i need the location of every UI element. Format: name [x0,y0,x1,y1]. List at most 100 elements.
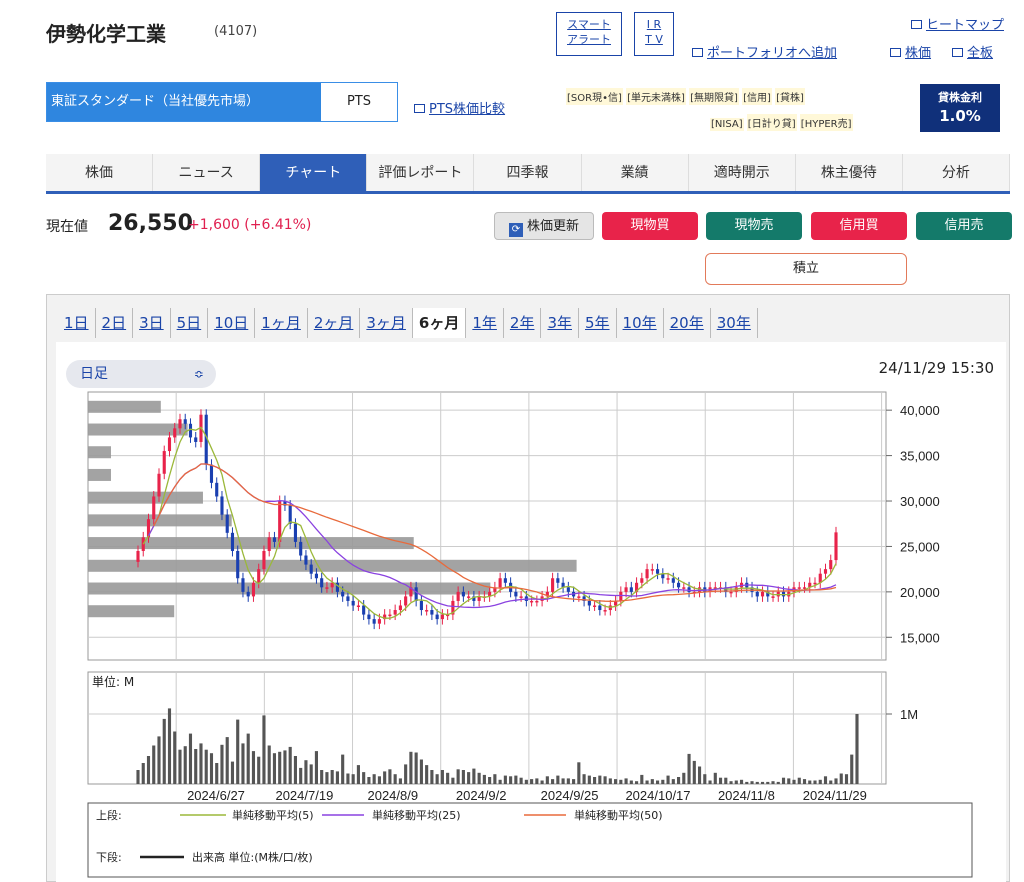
candle-body [241,578,245,592]
volume-bar [661,779,665,784]
volume-bar [818,779,822,784]
candle-body [535,600,539,603]
volume-bar [367,777,371,784]
volume-bar [262,715,266,784]
volume-bar [293,756,298,784]
volume-bar [708,780,712,784]
volume-bar [288,746,292,784]
candle-body [209,464,214,483]
candle-body [603,610,607,612]
candle-body [220,496,224,515]
volume-bar [614,779,618,784]
volume-bar [650,779,654,784]
candle-body [309,564,313,574]
volume-bar [734,780,738,784]
candle-body [797,587,801,589]
volume-bar [278,751,282,784]
volume-profile-bar [88,514,232,527]
volume-bar [676,777,681,784]
legend-box [87,802,973,878]
volume-bar [524,779,528,784]
volume-bar [582,774,586,784]
volume-bar [776,781,780,784]
candle-body [404,596,408,606]
candle-body [225,514,229,533]
candle-body [435,614,439,620]
volume-bar [351,774,355,784]
volume-bar [157,736,161,784]
price-tick-label: 40,000 [900,403,940,418]
volume-tick-label: 1M [900,707,918,722]
candle-body [440,614,444,620]
candle-body [425,610,429,612]
volume-bar [440,770,444,784]
legend-ma25-label: 単純移動平均(25) [372,808,461,822]
volume-bar [572,779,576,784]
volume-bar [220,744,224,784]
volume-bar [414,752,418,784]
candle-body [288,505,292,524]
volume-bar [236,719,240,784]
candle-body [598,605,602,611]
volume-bar [257,756,261,784]
volume-bar [771,781,775,784]
volume-bar [330,770,334,784]
volume-bar [188,733,193,784]
volume-profile-bar [88,491,203,504]
volume-bar [566,778,570,784]
volume-bar [608,778,612,784]
volume-bar [209,753,214,784]
volume-bar [267,745,271,784]
volume-bar [561,778,565,784]
volume-bar [509,776,513,784]
candle-body [136,550,140,562]
legend-ma5-label: 単純移動平均(5) [232,808,314,822]
candle-body [514,591,518,597]
candle-body [251,582,256,597]
volume-bar [855,714,859,784]
candle-body [272,537,277,542]
volume-bar [435,774,439,784]
candle-body [519,596,523,598]
price-tick-label: 25,000 [900,539,940,554]
volume-bar [304,760,308,784]
volume-bar [178,749,182,784]
volume-bar [551,779,555,784]
volume-bar [787,778,791,784]
candle-body [356,605,360,607]
volume-profile-bar [88,582,491,595]
volume-bar [393,774,397,784]
volume-bar [246,733,250,784]
volume-profile-bar [88,423,188,436]
candle-body [393,610,397,615]
date-tick-label: 2024/6/27 [187,788,245,803]
volume-bar [456,769,460,784]
volume-bar [472,768,476,784]
candle-body [656,569,660,574]
candle-body [823,569,828,574]
candle-body [587,600,591,606]
volume-bar [697,766,702,784]
candle-body [419,600,423,611]
volume-bar [325,772,329,784]
volume-bar [446,772,450,784]
volume-bar [398,778,402,784]
volume-bar [535,778,539,784]
candle-body [293,523,298,542]
volume-bar [540,780,544,784]
volume-bar [829,780,833,784]
volume-bar [808,780,812,784]
date-tick-label: 2024/8/9 [367,788,418,803]
candle-body [834,532,838,561]
volume-bar [687,753,691,784]
volume-bar [766,781,770,784]
candle-body [167,437,172,452]
volume-bar [388,769,392,784]
candle-body [577,596,581,598]
candle-body [388,614,392,617]
candle-body [566,587,570,592]
candle-body [304,555,308,565]
volume-bar [461,770,465,784]
volume-bar [713,772,717,784]
volume-bar [141,763,145,784]
